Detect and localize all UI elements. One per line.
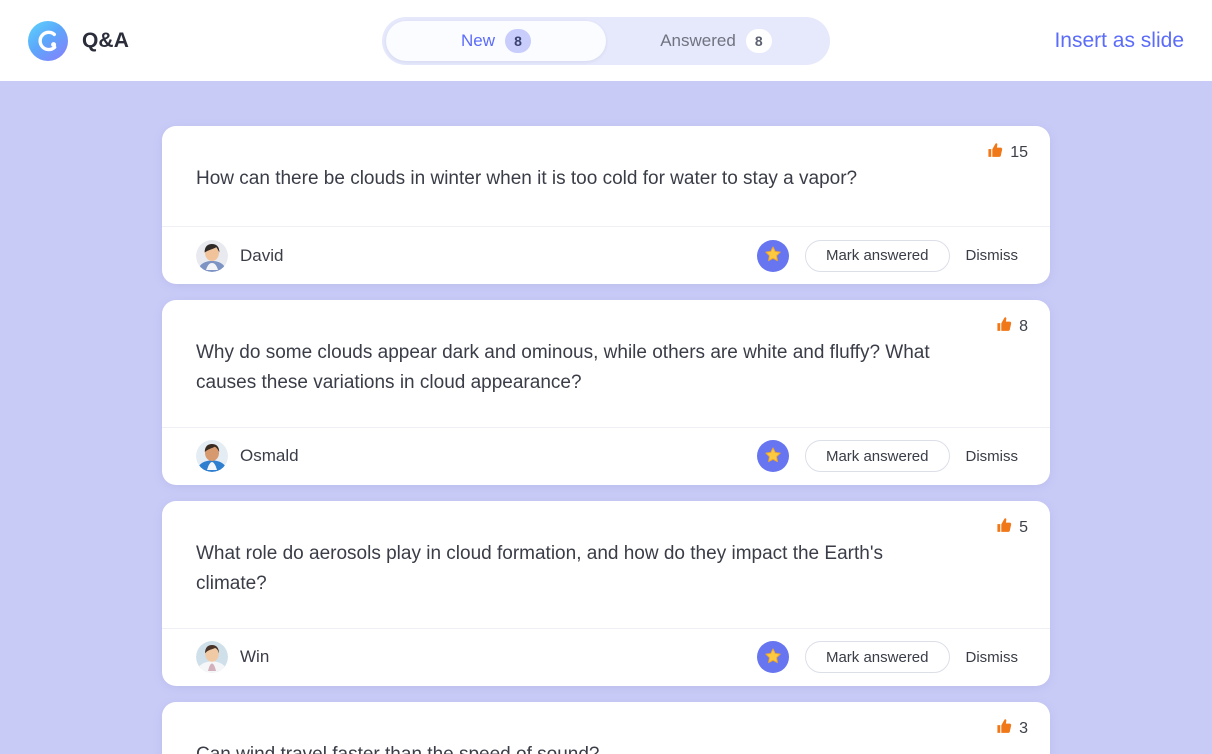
card-actions: Mark answered Dismiss [756,239,1029,272]
question-card[interactable]: 8 Why do some clouds appear dark and omi… [162,300,1050,485]
dismiss-button[interactable]: Dismiss [966,448,1029,465]
avatar [196,440,228,473]
vote-count: 5 [1019,518,1028,536]
mark-answered-button[interactable]: Mark answered [804,239,950,272]
app-header: Q&A New 8 Answered 8 Insert as slide [0,0,1212,81]
brand: Q&A [28,20,129,61]
question-card-footer: Win Mark answered Dismiss [162,627,1050,686]
question-card-footer: David Mark answered Dismiss [162,226,1050,284]
questions-list: 15 How can there be clouds in winter whe… [162,126,1050,754]
star-button[interactable] [756,641,789,674]
tab-new-count: 8 [505,28,531,53]
question-text: How can there be clouds in winter when i… [196,168,858,189]
insert-as-slide-button[interactable]: Insert as slide [1054,29,1184,53]
thumbs-up-icon [996,316,1013,338]
question-card[interactable]: 3 Can wind travel faster than the speed … [162,701,1050,754]
question-text: Can wind travel faster than the speed of… [196,728,941,754]
star-button[interactable] [756,239,789,272]
question-card-body: 5 What role do aerosols play in cloud fo… [162,501,1050,628]
vote-group[interactable]: 8 [996,316,1028,338]
question-card[interactable]: 15 How can there be clouds in winter whe… [162,126,1050,284]
mark-answered-button[interactable]: Mark answered [804,440,950,473]
author: David [196,239,284,272]
question-card-body: 8 Why do some clouds appear dark and omi… [162,300,1050,427]
tab-new[interactable]: New 8 [386,20,606,61]
page-title: Q&A [82,28,129,52]
thumbs-up-icon [987,142,1004,164]
circle-c-logo-icon [28,20,68,61]
vote-group[interactable]: 3 [996,718,1028,740]
star-icon [764,245,782,266]
tab-answered-label: Answered [660,30,736,50]
tab-answered[interactable]: Answered 8 [606,21,826,61]
vote-count: 15 [1010,144,1028,161]
questions-board: 15 How can there be clouds in winter whe… [0,81,1212,754]
author: Osmald [196,440,299,473]
question-text: Why do some clouds appear dark and omino… [196,342,930,394]
card-actions: Mark answered Dismiss [756,641,1029,674]
tab-switcher: New 8 Answered 8 [382,16,830,65]
author-name: David [240,245,284,265]
vote-group[interactable]: 15 [987,142,1028,164]
question-card[interactable]: 5 What role do aerosols play in cloud fo… [162,500,1050,686]
star-icon [764,647,782,668]
question-card-body: 15 How can there be clouds in winter whe… [162,126,1050,226]
avatar [196,239,228,272]
star-icon [764,446,782,467]
author-name: Osmald [240,446,299,466]
tab-new-label: New [460,30,495,50]
vote-count: 8 [1019,318,1028,335]
vote-group[interactable]: 5 [996,517,1028,539]
question-card-body: 3 Can wind travel faster than the speed … [162,702,1050,754]
question-card-footer: Osmald Mark answered Dismiss [162,426,1050,485]
vote-count: 3 [1019,719,1028,737]
author-name: Win [240,647,270,667]
avatar [196,641,228,674]
author: Win [196,641,270,674]
star-button[interactable] [756,440,789,473]
thumbs-up-icon [996,718,1013,740]
mark-answered-button[interactable]: Mark answered [804,641,950,674]
dismiss-button[interactable]: Dismiss [966,247,1029,264]
card-actions: Mark answered Dismiss [756,440,1029,473]
dismiss-button[interactable]: Dismiss [966,649,1029,666]
tab-answered-count: 8 [745,28,772,53]
question-text: What role do aerosols play in cloud form… [196,542,883,595]
thumbs-up-icon [996,517,1013,539]
